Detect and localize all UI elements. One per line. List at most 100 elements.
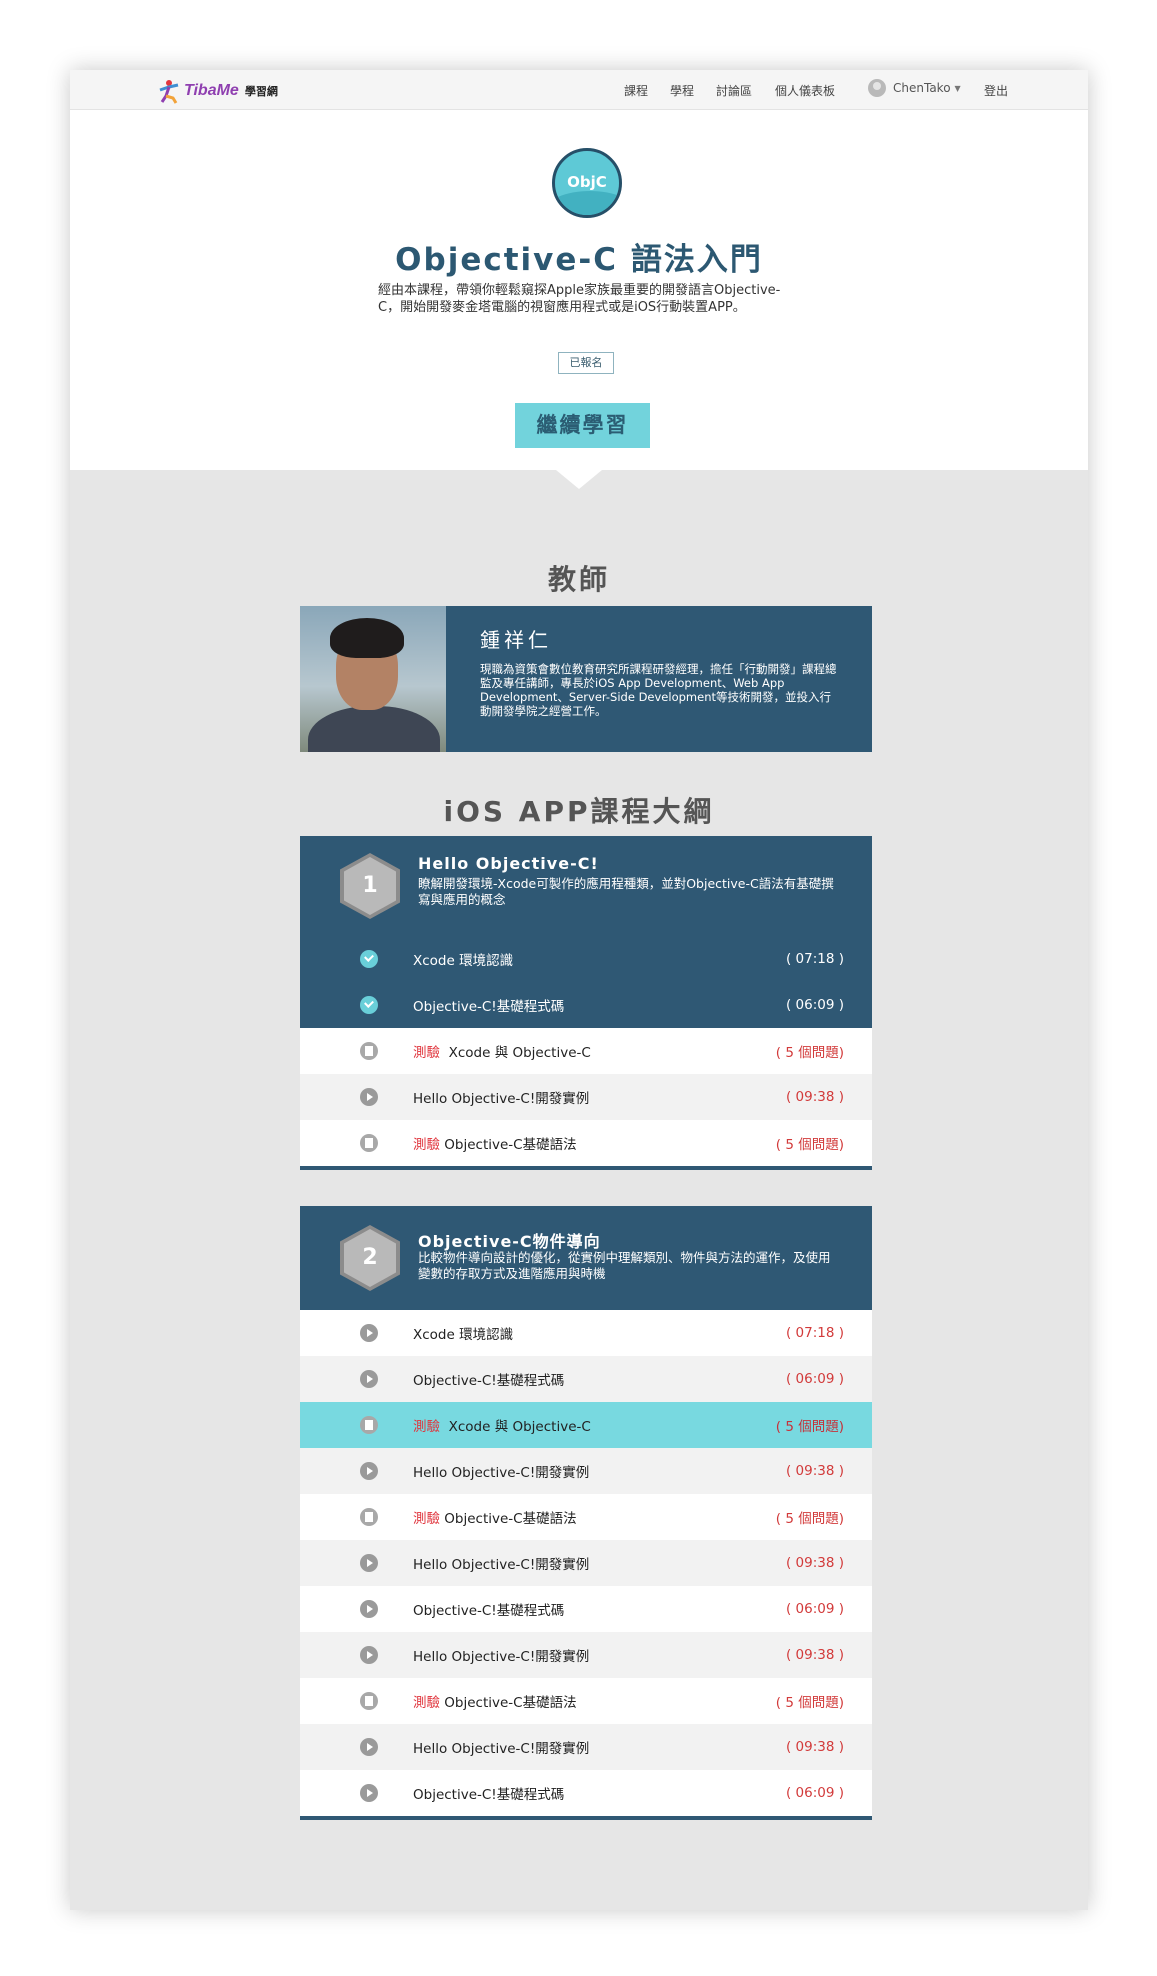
lesson-item[interactable]: Xcode 環境認識 ( 07:18 ): [300, 1310, 872, 1356]
lesson-duration: ( 09:38 ): [785, 1555, 844, 1571]
quiz-item[interactable]: 測驗 Xcode 與 Objective-C ( 5 個問題): [300, 1028, 872, 1074]
quiz-prefix: 測驗: [413, 1045, 440, 1061]
play-icon: [360, 1784, 378, 1802]
hero-pointer: [556, 470, 602, 489]
quiz-prefix: 測驗: [413, 1695, 440, 1711]
lesson-item[interactable]: Objective-C!基礎程式碼 ( 06:09 ): [300, 1770, 872, 1816]
lesson-duration: ( 06:09 ): [785, 997, 844, 1013]
lesson-title: Objective-C!基礎程式碼: [413, 999, 565, 1015]
quiz-title: 測驗 Objective-C基礎語法: [413, 1695, 577, 1711]
logout-link[interactable]: 登出: [984, 82, 1008, 99]
lesson-title: Hello Objective-C!開發實例: [413, 1091, 590, 1107]
syllabus-heading: iOS APP課程大綱: [443, 795, 715, 828]
lesson-duration: ( 07:18 ): [785, 1325, 844, 1341]
module-description: 瞭解開發環境-Xcode可製作的應用程種類，並對Objective-C語法有基礎…: [418, 876, 834, 907]
user-menu[interactable]: ChenTako ▼: [868, 79, 961, 97]
document-icon: [360, 1692, 378, 1710]
module-bottom-border: [300, 1166, 872, 1170]
nav-link-courses[interactable]: 課程: [624, 82, 648, 99]
module-description: 比較物件導向設計的優化，從實例中理解類別、物件與方法的運作，及使用變數的存取方式…: [418, 1250, 831, 1281]
syllabus-module-1: 1 Hello Objective-C! 瞭解開發環境-Xcode可製作的應用程…: [300, 836, 872, 1170]
lesson-item[interactable]: Objective-C!基礎程式碼 ( 06:09 ): [300, 982, 872, 1028]
lesson-item[interactable]: Xcode 環境認識 ( 07:18 ): [300, 936, 872, 982]
teacher-name: 鍾祥仁: [480, 628, 552, 652]
play-icon: [360, 1554, 378, 1572]
quiz-question-count: ( 5 個問題): [775, 1511, 844, 1527]
play-icon: [360, 1370, 378, 1388]
caret-down-icon: ▼: [954, 83, 961, 93]
lesson-title: Hello Objective-C!開發實例: [413, 1465, 590, 1481]
logo-text: TibaMe: [184, 82, 239, 99]
quiz-question-count: ( 5 個問題): [775, 1045, 844, 1061]
play-icon: [360, 1738, 378, 1756]
lesson-item[interactable]: Hello Objective-C!開發實例 ( 09:38 ): [300, 1632, 872, 1678]
lesson-item[interactable]: Hello Objective-C!開發實例 ( 09:38 ): [300, 1448, 872, 1494]
site-logo[interactable]: TibaMe 學習網: [156, 77, 278, 105]
lesson-item[interactable]: Objective-C!基礎程式碼 ( 06:09 ): [300, 1356, 872, 1402]
teacher-card: 鍾祥仁 現職為資策會數位教育研究所課程研發經理，擔任「行動開發」課程總監及專任講…: [300, 606, 872, 752]
module-number: 2: [344, 1229, 396, 1287]
lesson-item[interactable]: Hello Objective-C!開發實例 ( 09:38 ): [300, 1540, 872, 1586]
syllabus-module-2: 2 Objective-C物件導向 比較物件導向設計的優化，從實例中理解類別、物…: [300, 1206, 872, 1820]
nav-link-dashboard[interactable]: 個人儀表板: [775, 82, 835, 99]
quiz-prefix: 測驗: [413, 1419, 440, 1435]
course-badge-label: ObjC: [567, 173, 607, 191]
check-icon: [360, 950, 378, 968]
lesson-item[interactable]: Hello Objective-C!開發實例 ( 09:38 ): [300, 1074, 872, 1120]
continue-learning-button[interactable]: 繼續學習: [515, 403, 650, 448]
play-icon: [360, 1088, 378, 1106]
module-header: 1 Hello Objective-C! 瞭解開發環境-Xcode可製作的應用程…: [300, 836, 872, 936]
play-icon: [360, 1646, 378, 1664]
nav-link-forum[interactable]: 討論區: [716, 82, 752, 99]
module-header: 2 Objective-C物件導向 比較物件導向設計的優化，從實例中理解類別、物…: [300, 1206, 872, 1310]
avatar: [868, 79, 886, 97]
check-icon: [360, 996, 378, 1014]
lesson-duration: ( 09:38 ): [785, 1739, 844, 1755]
lesson-title: Objective-C!基礎程式碼: [413, 1373, 565, 1389]
quiz-question-count: ( 5 個問題): [775, 1137, 844, 1153]
quiz-question-count: ( 5 個問題): [775, 1419, 844, 1435]
play-icon: [360, 1600, 378, 1618]
lesson-duration: ( 09:38 ): [785, 1463, 844, 1479]
lesson-title: Hello Objective-C!開發實例: [413, 1649, 590, 1665]
quiz-item[interactable]: 測驗 Objective-C基礎語法 ( 5 個問題): [300, 1120, 872, 1166]
lesson-duration: ( 06:09 ): [785, 1601, 844, 1617]
lesson-item[interactable]: Hello Objective-C!開發實例 ( 09:38 ): [300, 1724, 872, 1770]
course-description: 經由本課程，帶領你輕鬆窺探Apple家族最重要的開發語言Objective-C，…: [378, 283, 781, 315]
nav-link-programs[interactable]: 學程: [670, 82, 694, 99]
teacher-bio: 現職為資策會數位教育研究所課程研發經理，擔任「行動開發」課程總監及專任講師，專長…: [480, 662, 837, 718]
hexagon-number-icon: 1: [340, 853, 400, 919]
lesson-title: Hello Objective-C!開發實例: [413, 1741, 590, 1757]
teacher-photo: [300, 606, 446, 752]
lesson-duration: ( 09:38 ): [785, 1647, 844, 1663]
quiz-item[interactable]: 測驗 Objective-C基礎語法 ( 5 個問題): [300, 1678, 872, 1724]
module-number: 1: [344, 857, 396, 915]
module-title: Hello Objective-C!: [418, 854, 599, 873]
lesson-title: Objective-C!基礎程式碼: [413, 1787, 565, 1803]
lesson-duration: ( 06:09 ): [785, 1371, 844, 1387]
lesson-title: Hello Objective-C!開發實例: [413, 1557, 590, 1573]
quiz-title: 測驗 Objective-C基礎語法: [413, 1511, 577, 1527]
logo-figure-icon: [159, 80, 179, 104]
quiz-title: 測驗 Xcode 與 Objective-C: [413, 1045, 591, 1061]
document-icon: [360, 1416, 378, 1434]
quiz-question-count: ( 5 個問題): [775, 1695, 844, 1711]
document-icon: [360, 1042, 378, 1060]
top-nav: TibaMe 學習網 課程 學程 討論區 個人儀表板 ChenTako ▼ 登出: [70, 70, 1088, 110]
teacher-heading: 教師: [547, 563, 610, 596]
quiz-title: 測驗 Xcode 與 Objective-C: [413, 1419, 591, 1435]
lesson-title: Xcode 環境認識: [413, 953, 514, 969]
lesson-duration: ( 06:09 ): [785, 1785, 844, 1801]
lesson-title: Xcode 環境認識: [413, 1327, 514, 1343]
lesson-item[interactable]: Objective-C!基礎程式碼 ( 06:09 ): [300, 1586, 872, 1632]
document-icon: [360, 1134, 378, 1152]
quiz-item[interactable]: 測驗 Objective-C基礎語法 ( 5 個問題): [300, 1494, 872, 1540]
lesson-title: Objective-C!基礎程式碼: [413, 1603, 565, 1619]
course-title: Objective-C 語法入門: [395, 242, 763, 278]
quiz-item-active[interactable]: 測驗 Xcode 與 Objective-C ( 5 個問題): [300, 1402, 872, 1448]
course-hero: ObjC Objective-C 語法入門 經由本課程，帶領你輕鬆窺探Apple…: [70, 110, 1088, 470]
page-frame: TibaMe 學習網 課程 學程 討論區 個人儀表板 ChenTako ▼ 登出…: [70, 70, 1088, 1910]
module-title: Objective-C物件導向: [418, 1232, 601, 1251]
course-badge-icon: ObjC: [552, 148, 622, 218]
document-icon: [360, 1508, 378, 1526]
